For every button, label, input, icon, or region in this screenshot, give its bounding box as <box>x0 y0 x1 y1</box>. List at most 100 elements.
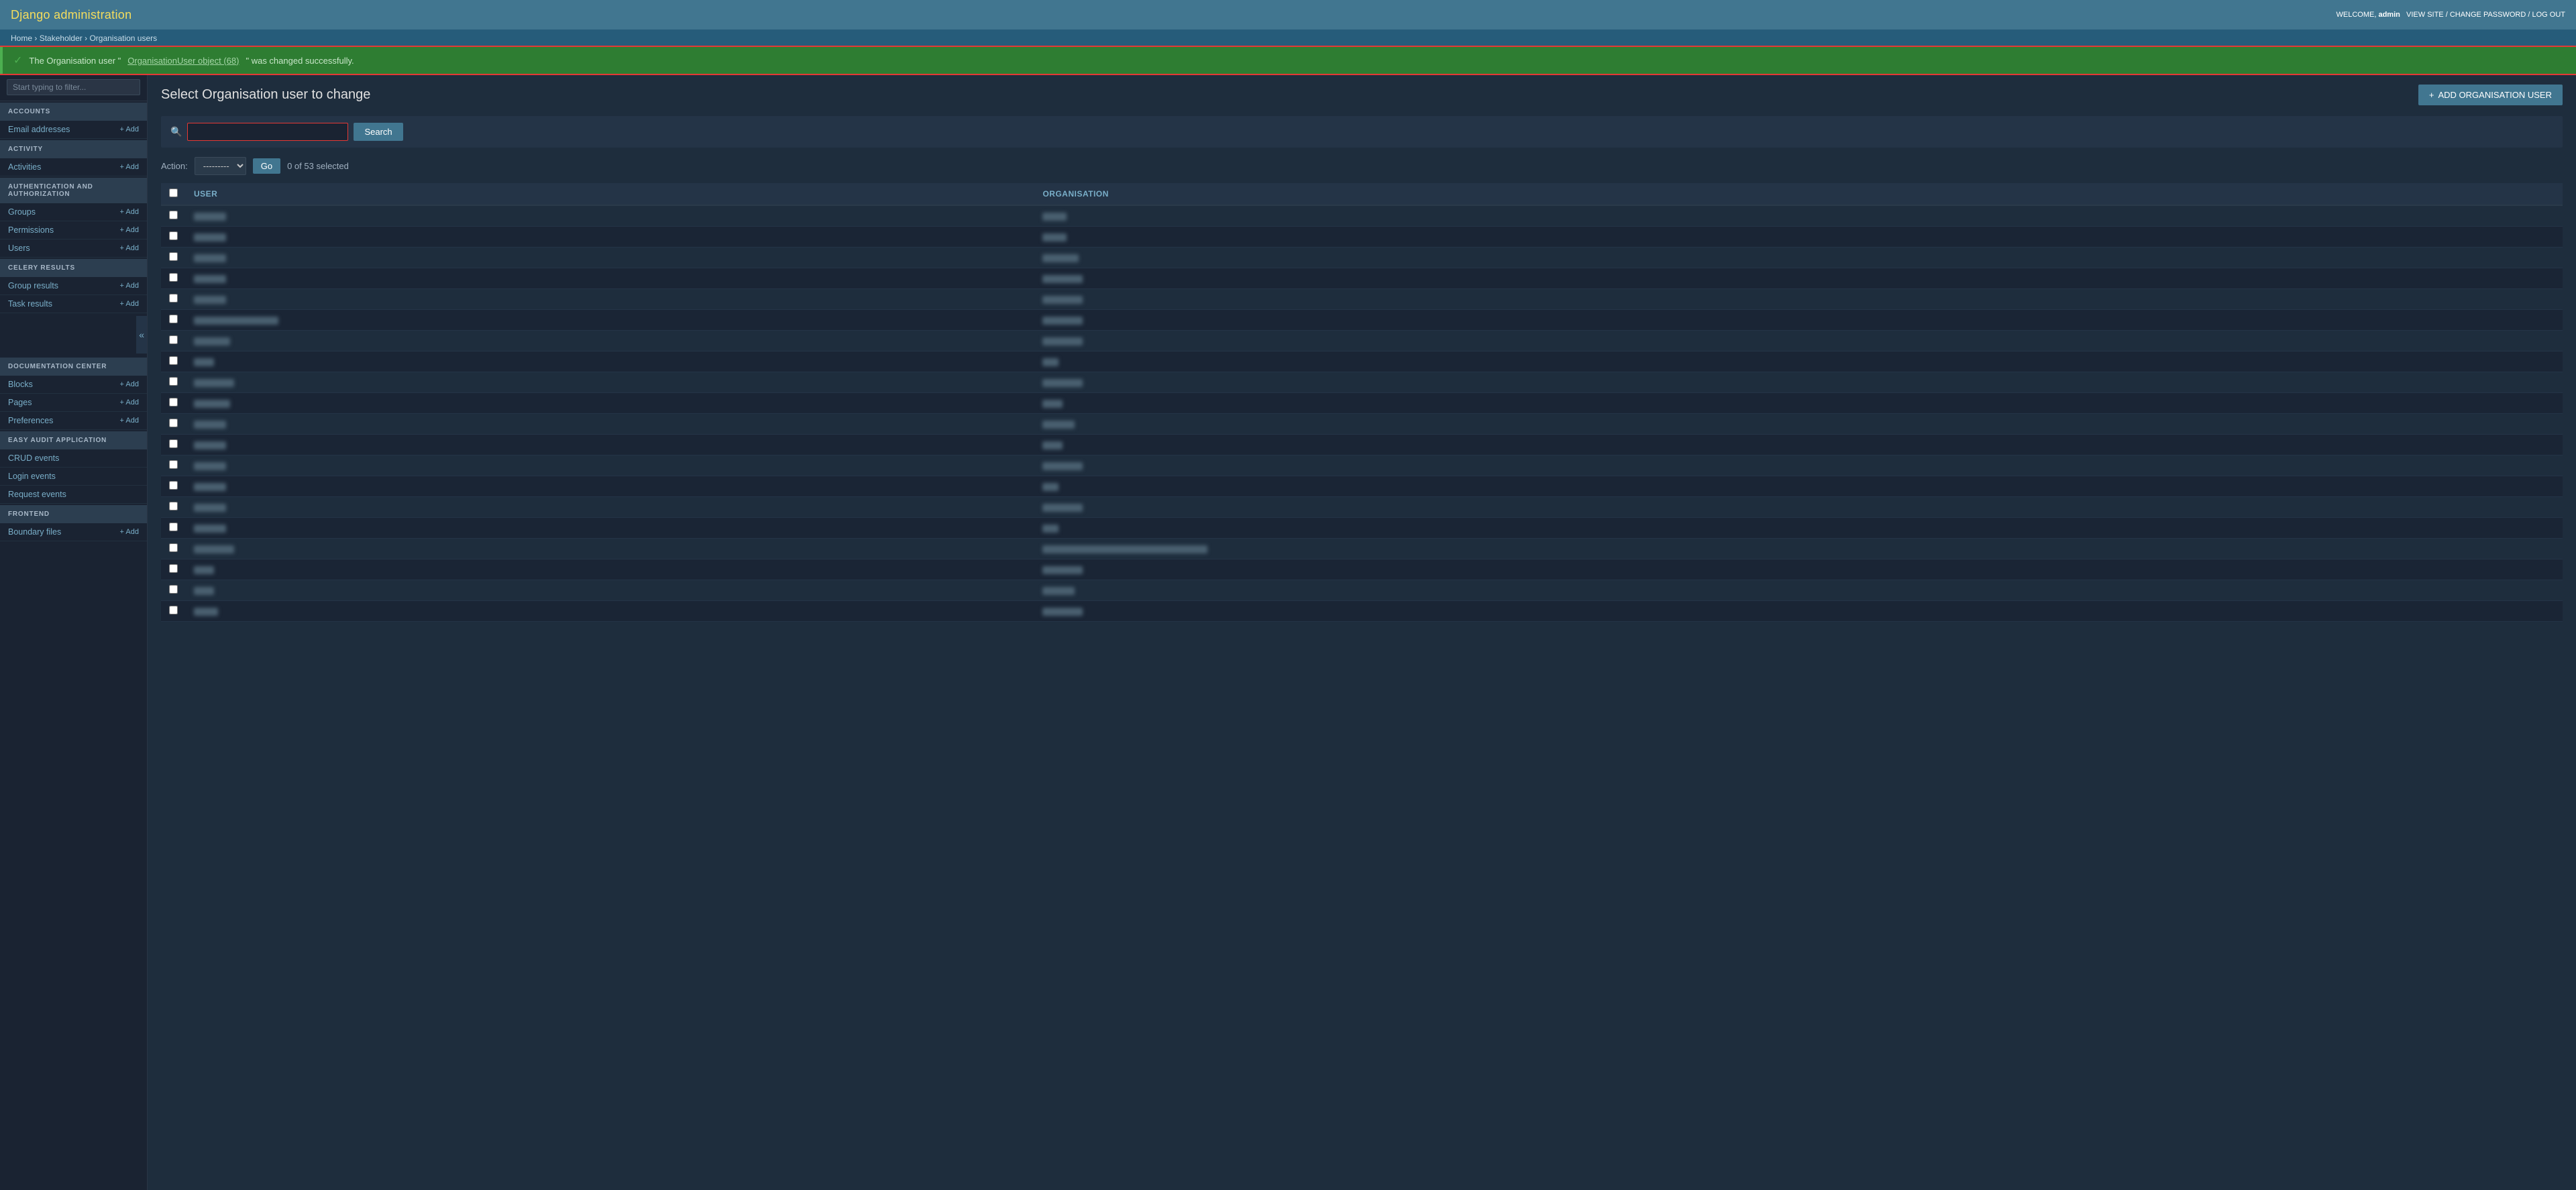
row-checkbox[interactable] <box>169 585 178 594</box>
add-icon: + <box>2429 90 2434 100</box>
search-button[interactable]: Search <box>354 123 402 141</box>
row-checkbox[interactable] <box>169 294 178 303</box>
table-cell-organisation: xxxxxxxxxx <box>1034 268 2563 289</box>
table-row: xxxxxxxxxxxxxxxxxx <box>161 455 2563 476</box>
sidebar-add-groups[interactable]: + Add <box>120 208 139 216</box>
table-column-organisation[interactable]: ORGANISATION <box>1034 183 2563 205</box>
sidebar-item-pages[interactable]: Pages + Add <box>0 394 147 412</box>
sidebar-add-email-addresses[interactable]: + Add <box>120 125 139 133</box>
sidebar-add-activities[interactable]: + Add <box>120 163 139 171</box>
table-cell-user: xxxxxxxx <box>186 518 1034 539</box>
table-row: xxxxxxxxxxxxxx <box>161 393 2563 414</box>
change-password-link[interactable]: CHANGE PASSWORD <box>2450 11 2526 19</box>
sidebar-section-auth: AUTHENTICATION AND AUTHORIZATION <box>0 178 147 203</box>
select-all-checkbox[interactable] <box>169 188 178 197</box>
sidebar-item-group-results[interactable]: Group results + Add <box>0 277 147 295</box>
table-cell-user: xxxxxxxxxx <box>186 539 1034 559</box>
success-text-before: The Organisation user " <box>29 56 121 66</box>
row-checkbox[interactable] <box>169 543 178 552</box>
row-checkbox[interactable] <box>169 564 178 573</box>
row-checkbox[interactable] <box>169 377 178 386</box>
sidebar-item-permissions[interactable]: Permissions + Add <box>0 221 147 239</box>
sidebar-item-boundary-files[interactable]: Boundary files + Add <box>0 523 147 541</box>
sidebar-add-preferences[interactable]: + Add <box>120 417 139 425</box>
check-icon: ✓ <box>13 54 22 67</box>
username: admin <box>2378 11 2400 19</box>
container: ACCOUNTS Email addresses + Add ACTIVITY … <box>0 74 2576 1190</box>
row-checkbox[interactable] <box>169 502 178 510</box>
breadcrumb-home[interactable]: Home <box>11 34 32 43</box>
sidebar-link-crud-events[interactable]: CRUD events <box>8 453 59 463</box>
table-cell-organisation: xxxxxxxx <box>1034 580 2563 601</box>
sidebar-add-permissions[interactable]: + Add <box>120 226 139 234</box>
sidebar-section-activity: ACTIVITY <box>0 140 147 158</box>
sidebar-add-pages[interactable]: + Add <box>120 398 139 407</box>
sidebar-item-preferences[interactable]: Preferences + Add <box>0 412 147 430</box>
row-checkbox[interactable] <box>169 356 178 365</box>
sidebar-add-task-results[interactable]: + Add <box>120 300 139 308</box>
table-row: xxxxxxxxxxxxxxx <box>161 559 2563 580</box>
sidebar-link-task-results[interactable]: Task results <box>8 299 52 309</box>
row-checkbox[interactable] <box>169 211 178 219</box>
view-site-link[interactable]: VIEW SITE <box>2406 11 2444 19</box>
add-organisation-user-button[interactable]: + ADD ORGANISATION USER <box>2418 85 2563 105</box>
table-cell-organisation: xxxxxxxxxx <box>1034 289 2563 310</box>
sidebar-link-boundary-files[interactable]: Boundary files <box>8 527 61 537</box>
sidebar-link-request-events[interactable]: Request events <box>8 490 66 499</box>
row-checkbox[interactable] <box>169 315 178 323</box>
sidebar-section-docs: DOCUMENTATION CENTER <box>0 358 147 376</box>
search-input[interactable] <box>187 123 348 141</box>
go-button[interactable]: Go <box>253 158 280 174</box>
sidebar-link-permissions[interactable]: Permissions <box>8 225 54 235</box>
row-checkbox[interactable] <box>169 252 178 261</box>
sidebar-item-blocks[interactable]: Blocks + Add <box>0 376 147 394</box>
table-cell-organisation: xxxx <box>1034 518 2563 539</box>
table-cell-user: xxxxxxxxxxxxxxxxxxxxx <box>186 310 1034 331</box>
action-label: Action: <box>161 161 188 171</box>
main-content: Select Organisation user to change + ADD… <box>148 74 2576 1190</box>
sidebar-filter-input[interactable] <box>7 79 140 95</box>
sidebar-item-request-events[interactable]: Request events <box>0 486 147 504</box>
table-cell-user: xxxxxxxx <box>186 435 1034 455</box>
table-row: xxxxxxxxxxxxx <box>161 435 2563 455</box>
sidebar-link-email-addresses[interactable]: Email addresses <box>8 125 70 134</box>
action-select[interactable]: --------- <box>195 157 246 175</box>
success-message: ✓ The Organisation user " OrganisationUse… <box>0 47 2576 74</box>
row-checkbox[interactable] <box>169 398 178 407</box>
sidebar-link-activities[interactable]: Activities <box>8 162 41 172</box>
breadcrumb-stakeholder[interactable]: Stakeholder <box>40 34 83 43</box>
sidebar-item-activities[interactable]: Activities + Add <box>0 158 147 176</box>
row-checkbox[interactable] <box>169 419 178 427</box>
sidebar-link-groups[interactable]: Groups <box>8 207 36 217</box>
sidebar-item-email-addresses[interactable]: Email addresses + Add <box>0 121 147 139</box>
sidebar-item-users[interactable]: Users + Add <box>0 239 147 258</box>
sidebar-link-login-events[interactable]: Login events <box>8 472 56 481</box>
sidebar-link-preferences[interactable]: Preferences <box>8 416 53 425</box>
sidebar-item-login-events[interactable]: Login events <box>0 468 147 486</box>
sidebar-add-users[interactable]: + Add <box>120 244 139 252</box>
sidebar-link-pages[interactable]: Pages <box>8 398 32 407</box>
row-checkbox[interactable] <box>169 523 178 531</box>
sidebar-item-groups[interactable]: Groups + Add <box>0 203 147 221</box>
sidebar-link-group-results[interactable]: Group results <box>8 281 58 290</box>
sidebar-add-boundary-files[interactable]: + Add <box>120 528 139 536</box>
sidebar-add-blocks[interactable]: + Add <box>120 380 139 388</box>
sidebar-item-task-results[interactable]: Task results + Add <box>0 295 147 313</box>
row-checkbox[interactable] <box>169 606 178 614</box>
sidebar-collapse-button[interactable]: « <box>136 316 147 354</box>
row-checkbox[interactable] <box>169 460 178 469</box>
logout-link[interactable]: LOG OUT <box>2532 11 2565 19</box>
sidebar-item-crud-events[interactable]: CRUD events <box>0 449 147 468</box>
sidebar-link-blocks[interactable]: Blocks <box>8 380 33 389</box>
row-checkbox[interactable] <box>169 335 178 344</box>
row-checkbox[interactable] <box>169 481 178 490</box>
table-cell-organisation: xxxxxxxxxx <box>1034 497 2563 518</box>
sidebar-link-users[interactable]: Users <box>8 244 30 253</box>
row-checkbox[interactable] <box>169 273 178 282</box>
table-column-user[interactable]: USER <box>186 183 1034 205</box>
success-link[interactable]: OrganisationUser object (68) <box>127 56 239 66</box>
sidebar-add-group-results[interactable]: + Add <box>120 282 139 290</box>
table-cell-organisation: xxxxxxxxxx <box>1034 601 2563 622</box>
row-checkbox[interactable] <box>169 439 178 448</box>
row-checkbox[interactable] <box>169 231 178 240</box>
